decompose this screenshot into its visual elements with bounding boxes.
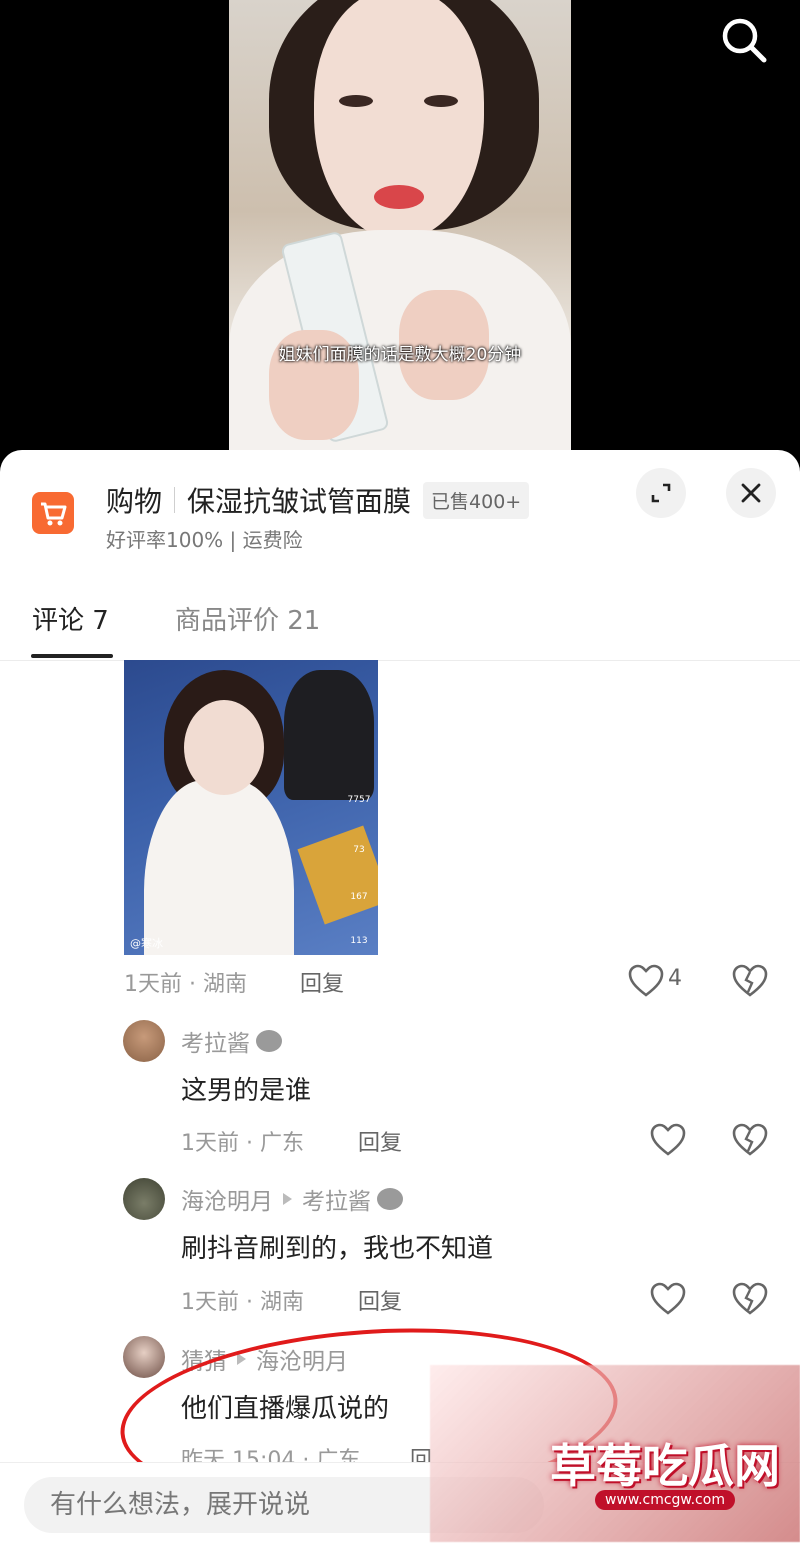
shop-label: 购物 <box>106 485 163 518</box>
reply-button[interactable]: 回复 <box>300 966 344 998</box>
product-title-row[interactable]: 购物 保湿抗皱试管面膜 已售400+ <box>106 480 530 520</box>
avatar[interactable] <box>123 1336 165 1378</box>
product-name: 保湿抗皱试管面膜 <box>187 485 412 518</box>
tab-comments[interactable]: 评论 7 <box>32 600 109 637</box>
thumb-share-count: 113 <box>350 936 368 946</box>
shop-cart-badge <box>32 492 74 534</box>
video-frame: 姐妹们面膜的话是敷大概20分钟 <box>229 0 571 470</box>
search-icon <box>722 18 767 63</box>
dislike-icon[interactable] <box>732 1282 768 1316</box>
close-button[interactable] <box>726 468 776 518</box>
heart-icon[interactable] <box>650 1123 686 1157</box>
tab-bar: 评论 7 商品评价 21 <box>0 590 800 661</box>
thumb-face <box>184 700 264 795</box>
close-icon <box>741 483 761 503</box>
search-button[interactable] <box>716 12 772 68</box>
thumb-man <box>284 670 374 800</box>
avatar[interactable] <box>123 1178 165 1220</box>
rating-line: 好评率100% | 运费险 <box>106 528 303 552</box>
thumb-person <box>144 780 294 955</box>
username-text: 考拉酱 <box>181 1031 250 1057</box>
video-lips <box>374 185 424 209</box>
thumb-star-count: 167 <box>350 892 368 902</box>
comment-text: 这男的是谁 <box>181 1076 312 1106</box>
video-eye-right <box>424 95 458 107</box>
video-eye-left <box>339 95 373 107</box>
expand-icon <box>651 483 671 503</box>
comment-username[interactable]: 海沧明月 考拉酱 <box>181 1182 403 1216</box>
thumb-book <box>297 825 378 925</box>
koala-emoji-icon <box>256 1030 282 1052</box>
reply-button[interactable]: 回复 <box>358 1125 402 1157</box>
heart-icon[interactable] <box>628 964 664 998</box>
title-divider <box>174 487 176 513</box>
dislike-icon[interactable] <box>732 964 768 998</box>
watermark-logo: 草莓吃瓜网 www.cmcgw.com <box>430 1365 800 1542</box>
tab-active-indicator <box>31 654 113 658</box>
video-subtitle: 姐妹们面膜的话是敷大概20分钟 <box>278 345 522 365</box>
video-player[interactable]: 姐妹们面膜的话是敷大概20分钟 <box>0 0 800 470</box>
expand-button[interactable] <box>636 468 686 518</box>
heart-icon[interactable] <box>650 1282 686 1316</box>
comment-time-location: 1天前 · 湖南 <box>181 1290 304 1315</box>
watermark-title: 草莓吃瓜网 <box>550 1439 780 1493</box>
reply-arrow-icon <box>283 1193 292 1205</box>
dislike-icon[interactable] <box>732 1123 768 1157</box>
koala-emoji-icon <box>377 1188 403 1210</box>
tab-product-reviews[interactable]: 商品评价 21 <box>175 600 320 637</box>
comment-username[interactable]: 考拉酱 <box>181 1024 282 1058</box>
cart-icon <box>41 502 67 526</box>
thumb-comment-count: 73 <box>353 845 365 855</box>
thumb-author-tag: @寒冰 <box>130 937 163 950</box>
reply-to-username: 考拉酱 <box>302 1189 371 1215</box>
username-text: 海沧明月 <box>181 1189 273 1215</box>
reply-button[interactable]: 回复 <box>358 1284 402 1316</box>
like-count: 4 <box>668 966 682 991</box>
comment-time-location: 1天前 · 湖南 <box>124 972 247 997</box>
watermark-url: www.cmcgw.com <box>595 1490 735 1510</box>
comment-image[interactable]: 7757 73 167 113 @寒冰 <box>124 660 378 955</box>
comment-time-location: 1天前 · 广东 <box>181 1131 304 1156</box>
thumb-like-count: 7757 <box>347 795 371 805</box>
sold-badge: 已售400+ <box>423 481 530 519</box>
avatar[interactable] <box>123 1020 165 1062</box>
comment-text: 刷抖音刷到的，我也不知道 <box>181 1234 494 1264</box>
